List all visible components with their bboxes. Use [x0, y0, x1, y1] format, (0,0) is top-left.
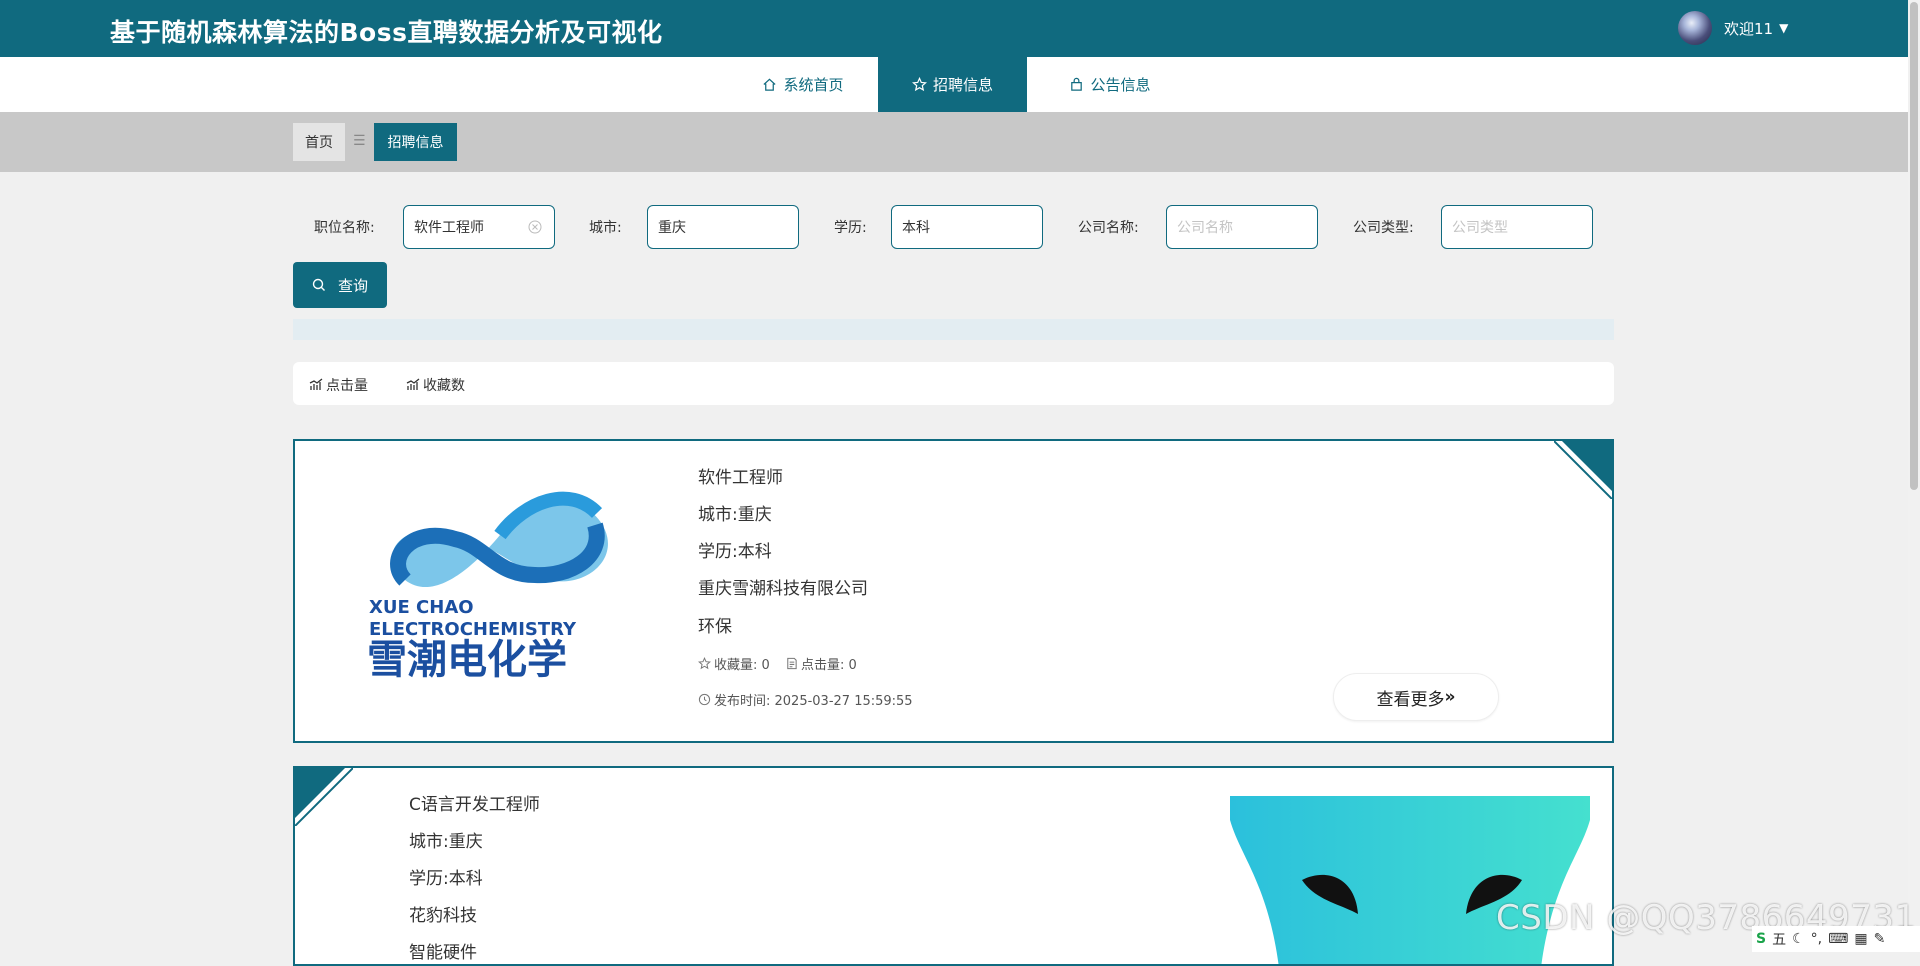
sort-by-favorites-label: 收藏数 [423, 378, 465, 394]
job-card[interactable]: C语言开发工程师 城市:重庆 学历:本科 花豹科技 智能硬件 [293, 766, 1614, 966]
nav-notices-label: 公告信息 [1090, 76, 1151, 94]
double-chevron-right-icon: » [1444, 687, 1456, 707]
keyboard-icon: ⌨ [1828, 931, 1849, 947]
company-name-label: 公司名称: [1078, 220, 1139, 236]
main-nav: 系统首页 招聘信息 公告信息 [0, 57, 1908, 112]
city-value: 重庆 [658, 220, 686, 236]
ime-mode: 五 [1772, 932, 1787, 948]
company-logo: XUE CHAO ELECTROCHEMISTRY 雪潮电化学 [365, 465, 625, 685]
job-title-label: 职位名称: [314, 220, 375, 236]
clock-icon [698, 693, 711, 706]
clicks-count: 点击量: 0 [785, 654, 857, 673]
sort-by-clicks-label: 点击量 [326, 378, 368, 394]
breadcrumb-current: 招聘信息 [374, 123, 457, 161]
chart-icon [309, 378, 323, 390]
view-more-button[interactable]: 查看更多 » [1333, 673, 1499, 721]
job-title-input[interactable]: 软件工程师 [403, 205, 555, 249]
publish-time-text: 发布时间: 2025-03-27 15:59:55 [714, 694, 913, 709]
welcome-text[interactable]: 欢迎11 [1724, 18, 1773, 39]
job-title[interactable]: C语言开发工程师 [409, 790, 540, 815]
corner-decoration [1554, 441, 1612, 499]
punctuation-icon: °, [1810, 931, 1823, 947]
company-logo-image [1230, 796, 1590, 964]
breadcrumb-separator: ☰ [353, 133, 366, 149]
scrollbar-thumb[interactable] [1910, 2, 1918, 490]
job-education: 学历:本科 [409, 869, 483, 889]
job-city: 城市:重庆 [409, 832, 483, 852]
search-icon [312, 278, 325, 291]
breadcrumb-home[interactable]: 首页 [293, 123, 345, 161]
search-button-label: 查询 [337, 276, 368, 295]
company-type-label: 公司类型: [1353, 220, 1414, 236]
company-logo-image: XUE CHAO ELECTROCHEMISTRY 雪潮电化学 [367, 491, 608, 683]
document-icon [787, 657, 797, 670]
sort-by-clicks[interactable]: 点击量 [309, 375, 368, 395]
star-icon [911, 77, 927, 92]
sort-by-favorites[interactable]: 收藏数 [406, 375, 465, 395]
logo-text-cn: 雪潮电化学 [367, 637, 567, 683]
home-icon [763, 78, 777, 91]
education-label: 学历: [834, 220, 867, 236]
job-city: 城市:重庆 [698, 505, 772, 525]
job-title-value: 软件工程师 [414, 220, 484, 236]
nav-notices[interactable]: 公告信息 [1050, 57, 1170, 112]
divider-bar [293, 319, 1614, 340]
caret-down-icon[interactable]: ▼ [1779, 21, 1788, 35]
job-industry: 环保 [698, 617, 732, 637]
chart-icon [406, 378, 420, 390]
education-input[interactable]: 本科 [891, 205, 1043, 249]
nav-jobs[interactable]: 招聘信息 [878, 57, 1027, 112]
clear-icon[interactable] [528, 220, 542, 234]
ime-logo-icon: S [1756, 931, 1767, 947]
publish-time: 发布时间: 2025-03-27 15:59:55 [698, 690, 913, 709]
search-button[interactable]: 查询 [293, 262, 387, 308]
education-value: 本科 [902, 220, 930, 236]
company-type-input[interactable]: 公司类型 [1441, 205, 1593, 249]
ime-toolbar[interactable]: S 五 ☾ °, ⌨ ▦ ✎ [1752, 926, 1920, 952]
job-company: 重庆雪潮科技有限公司 [698, 579, 868, 599]
job-card[interactable]: XUE CHAO ELECTROCHEMISTRY 雪潮电化学 软件工程师 城市… [293, 439, 1614, 743]
view-more-label: 查看更多 [1376, 689, 1445, 710]
wrench-icon: ✎ [1873, 931, 1886, 947]
grid-icon: ▦ [1854, 931, 1868, 947]
app-title: 基于随机森林算法的Boss直聘数据分析及可视化 [110, 18, 663, 47]
user-avatar[interactable] [1678, 11, 1712, 45]
star-icon [698, 657, 711, 670]
top-header: 基于随机森林算法的Boss直聘数据分析及可视化 欢迎11 ▼ [0, 0, 1908, 57]
favorites-count-text: 收藏量: 0 [714, 658, 770, 673]
moon-icon: ☾ [1792, 931, 1805, 947]
sort-bar: 点击量 收藏数 [293, 362, 1614, 405]
bag-icon [1071, 77, 1083, 91]
nav-jobs-label: 招聘信息 [932, 76, 993, 94]
logo-text-1: XUE CHAO [369, 597, 474, 618]
vertical-scrollbar[interactable] [1908, 0, 1920, 952]
city-label: 城市: [589, 220, 622, 236]
user-menu[interactable]: 欢迎11 ▼ [1678, 10, 1788, 46]
favorites-count: 收藏量: 0 [698, 654, 770, 673]
job-industry: 智能硬件 [409, 943, 477, 963]
company-name-input[interactable]: 公司名称 [1166, 205, 1318, 249]
corner-decoration [295, 768, 353, 826]
city-input[interactable]: 重庆 [647, 205, 799, 249]
breadcrumb: 首页 ☰ 招聘信息 [0, 112, 1908, 172]
company-logo [1230, 796, 1590, 964]
job-education: 学历:本科 [698, 542, 772, 562]
clicks-count-text: 点击量: 0 [801, 658, 857, 673]
nav-home-label: 系统首页 [783, 76, 844, 94]
job-company: 花豹科技 [409, 906, 477, 926]
nav-home[interactable]: 系统首页 [748, 57, 858, 112]
job-title[interactable]: 软件工程师 [698, 463, 783, 488]
